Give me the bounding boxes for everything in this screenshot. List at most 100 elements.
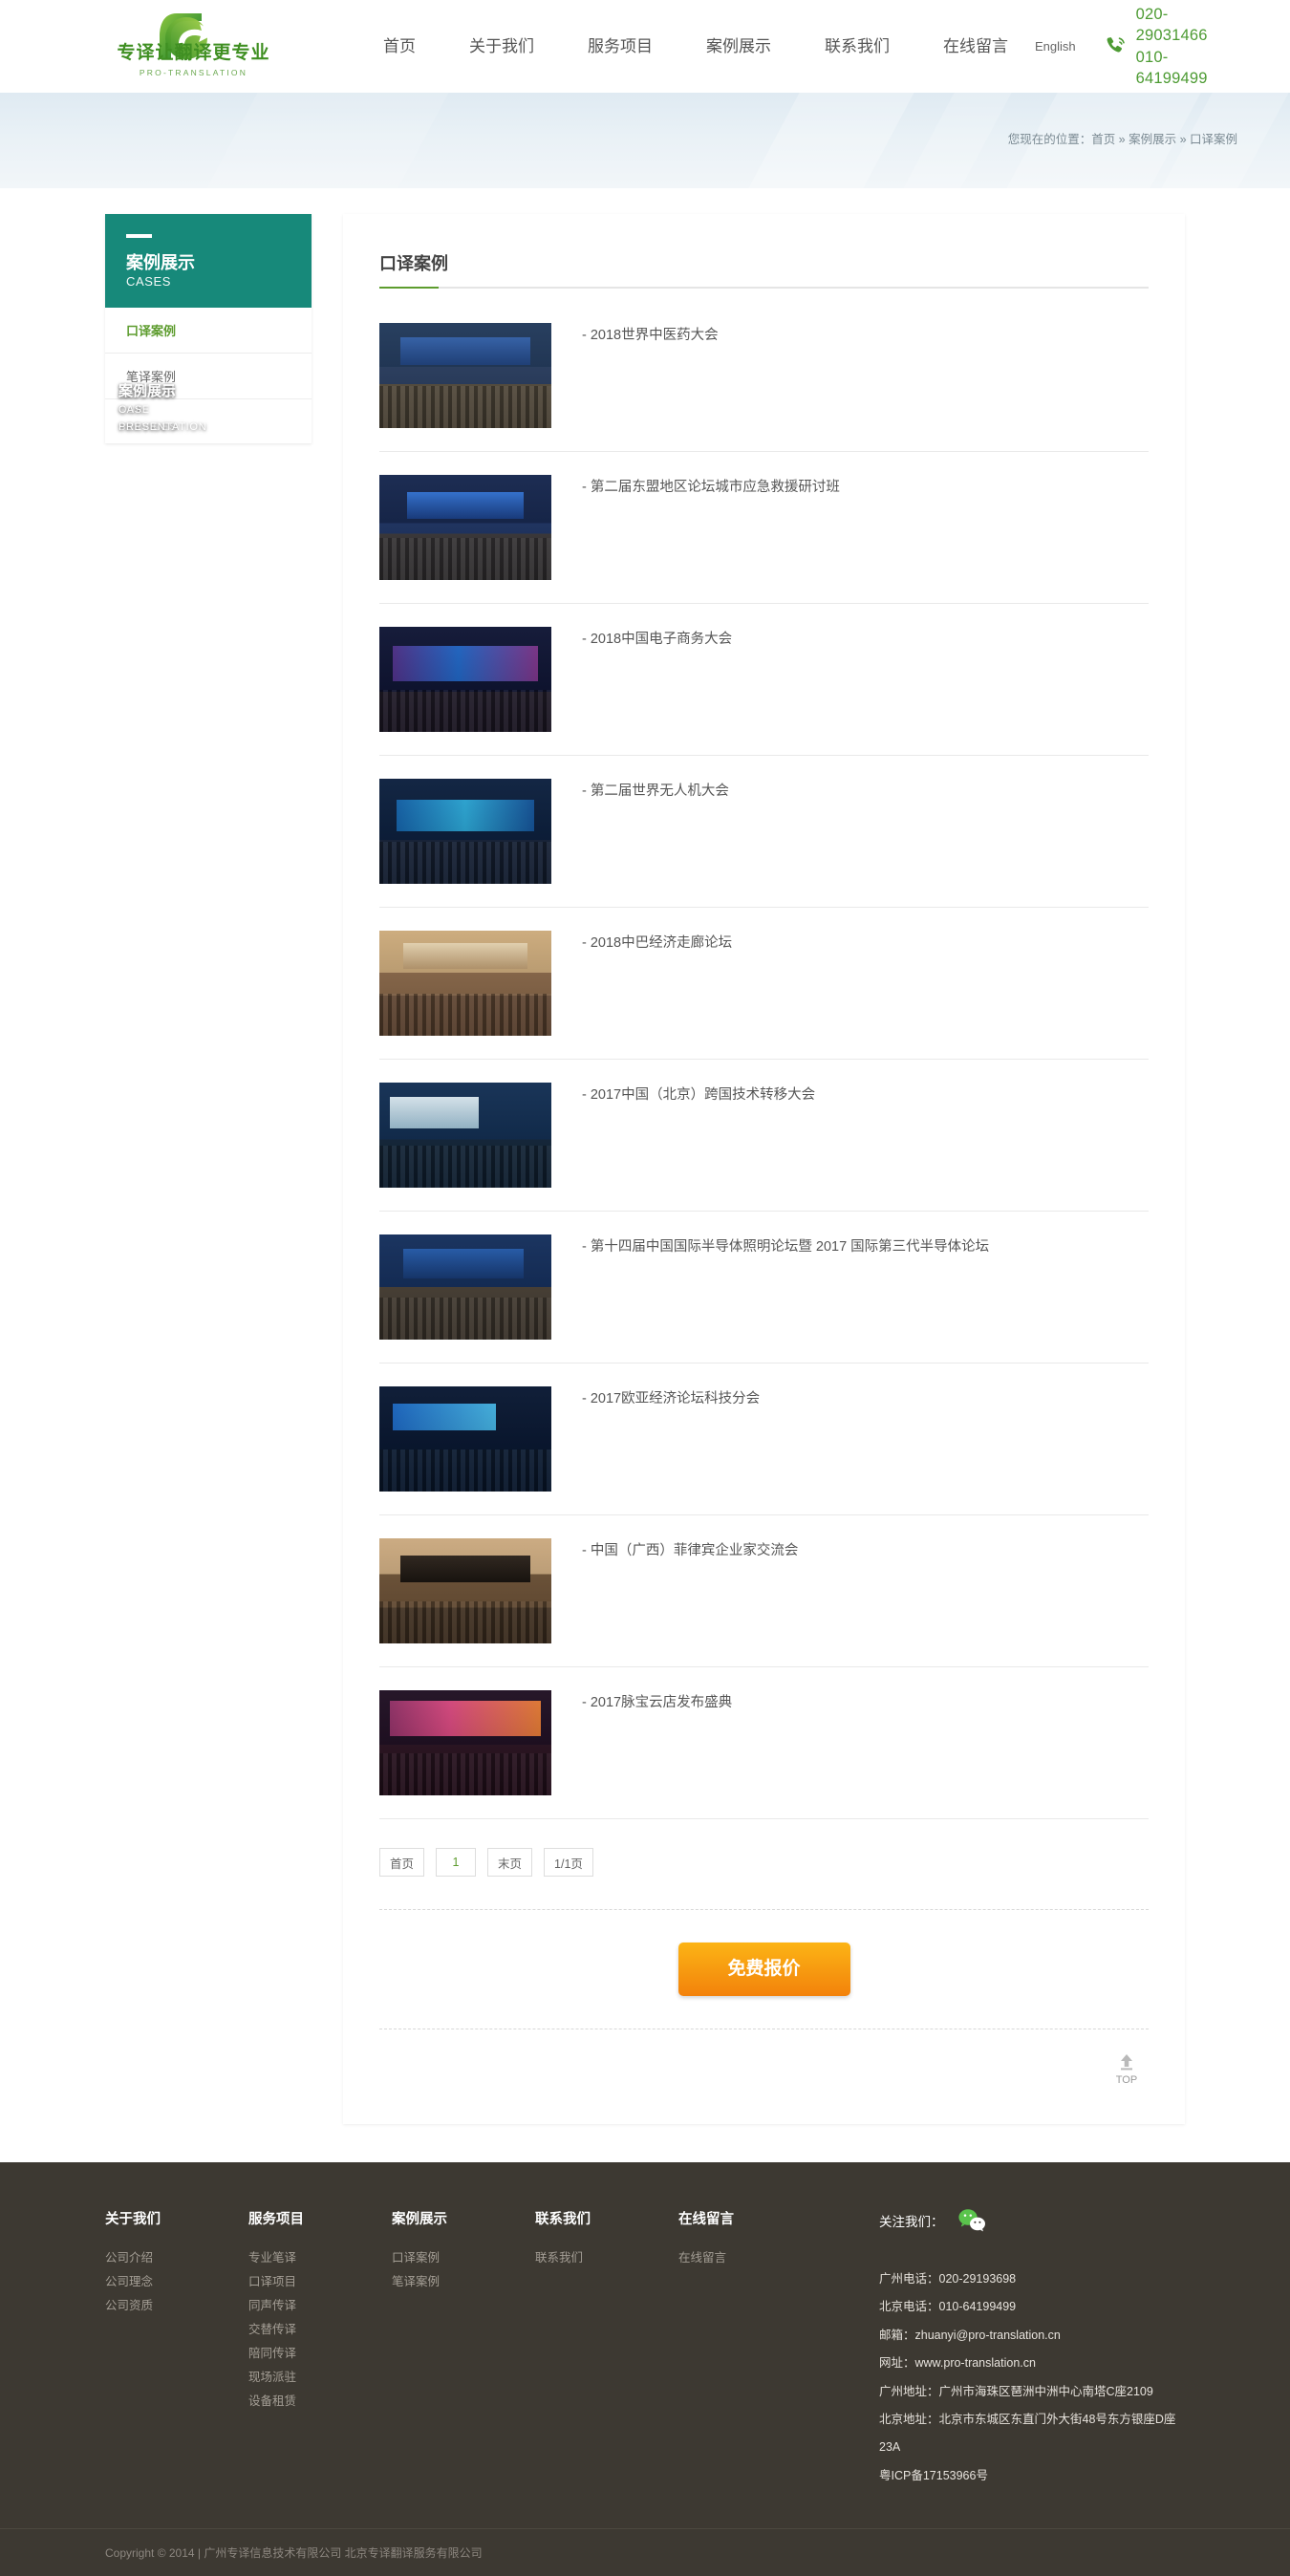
case-thumbnail [379, 323, 551, 428]
footer-website: 网址：www.pro-translation.cn [879, 2356, 1036, 2371]
sidebar-title-cn: 案例展示 [126, 253, 195, 272]
case-list-item[interactable]: - 2018中巴经济走廊论坛 [379, 908, 1149, 1060]
case-thumbnail [379, 1083, 551, 1188]
case-list: - 2018世界中医药大会 - 第二届东盟地区论坛城市应急救援研讨班 - 201… [379, 300, 1149, 1819]
footer-link-onsite[interactable]: 现场派驻 [248, 2366, 392, 2390]
footer-address-guangzhou: 广州地址：广州市海珠区琶洲中洲中心南塔C座2109 [879, 2384, 1153, 2398]
footer-link-company-qualification[interactable]: 公司资质 [105, 2294, 248, 2318]
case-title: - 2018世界中医药大会 [582, 328, 719, 343]
footer-link-consecutive[interactable]: 交替传译 [248, 2318, 392, 2342]
sidebar-accent-bar [126, 234, 152, 238]
arrow-up-icon [1116, 2050, 1137, 2072]
footer-link-interpretation-cases[interactable]: 口译案例 [392, 2246, 535, 2270]
footer-column-cases: 案例展示 口译案例 笔译案例 [392, 2208, 535, 2490]
case-thumbnail [379, 627, 551, 732]
footer-phone-beijing: 北京电话：010-64199499 [879, 2300, 1017, 2314]
free-quote-button[interactable]: 免费报价 [677, 1943, 850, 1996]
case-thumbnail [379, 931, 551, 1036]
case-title: - 第二届世界无人机大会 [582, 784, 729, 799]
footer-column-title: 联系我们 [535, 2212, 591, 2227]
back-to-top-section: TOP [379, 2029, 1149, 2086]
footer-link-written-translation[interactable]: 专业笔译 [248, 2246, 392, 2270]
nav-item-contact[interactable]: 联系我们 [798, 0, 916, 93]
nav-item-home[interactable]: 首页 [356, 0, 442, 93]
footer-email: 邮箱：zhuanyi@pro-translation.cn [879, 2328, 1061, 2342]
footer-column-title: 关于我们 [105, 2212, 161, 2227]
footer-link-interpretation-project[interactable]: 口译项目 [248, 2270, 392, 2294]
footer-link-escort[interactable]: 陪同传译 [248, 2342, 392, 2366]
case-title: - 2017脉宝云店发布盛典 [582, 1695, 733, 1710]
case-title: - 2018中国电子商务大会 [582, 632, 733, 647]
footer-address-beijing: 北京地址：北京市东城区东直门外大街48号东方银座D座23A [879, 2412, 1176, 2455]
case-list-item[interactable]: - 第十四届中国国际半导体照明论坛暨 2017 国际第三代半导体论坛 [379, 1212, 1149, 1363]
footer-column-contact: 联系我们 联系我们 [535, 2208, 678, 2490]
case-list-item[interactable]: - 2017欧亚经济论坛科技分会 [379, 1363, 1149, 1515]
case-list-item[interactable]: - 2017脉宝云店发布盛典 [379, 1667, 1149, 1819]
nav-item-services[interactable]: 服务项目 [561, 0, 679, 93]
page-title: 口译案例 [379, 254, 448, 273]
case-thumbnail [379, 779, 551, 884]
case-thumbnail [379, 475, 551, 580]
footer-column-title: 在线留言 [678, 2212, 734, 2227]
pagination-first[interactable]: 首页 [379, 1848, 425, 1877]
logo-text-cn: 专译让翻译更专业 [117, 42, 270, 63]
case-list-item[interactable]: - 第二届世界无人机大会 [379, 756, 1149, 908]
footer-column-services: 服务项目 专业笔译 口译项目 同声传译 交替传译 陪同传译 现场派驻 设备租赁 [248, 2208, 392, 2490]
language-switch-english[interactable]: English [1035, 39, 1076, 54]
phone-icon [1103, 34, 1128, 59]
pagination: 首页 1 末页 1/1页 [379, 1819, 1149, 1877]
case-list-item[interactable]: - 2017中国（北京）跨国技术转移大会 [379, 1060, 1149, 1212]
site-logo[interactable]: 专译让翻译更专业 PRO-TRANSLATION [105, 8, 282, 86]
case-title: - 2018中巴经济走廊论坛 [582, 935, 733, 951]
sidebar: 案例展示 CASES 口译案例 笔译案例 服务项目 OUR SERVICES [105, 214, 312, 444]
case-list-item[interactable]: - 2018中国电子商务大会 [379, 604, 1149, 756]
case-thumbnail [379, 1690, 551, 1795]
follow-us: 关注我们： [879, 2208, 1185, 2233]
sidebar-title-en: CASES [126, 274, 172, 290]
primary-nav: 首页 关于我们 服务项目 案例展示 联系我们 在线留言 [356, 0, 1035, 93]
footer-column-title: 案例展示 [392, 2212, 447, 2227]
case-title: - 中国（广西）菲律宾企业家交流会 [582, 1543, 799, 1558]
footer-link-contact-us[interactable]: 联系我们 [535, 2246, 678, 2270]
case-list-item[interactable]: - 中国（广西）菲律宾企业家交流会 [379, 1515, 1149, 1667]
case-thumbnail [379, 1234, 551, 1340]
nav-item-about[interactable]: 关于我们 [442, 0, 561, 93]
back-to-top-button[interactable]: TOP [1105, 2050, 1149, 2086]
footer-link-company-intro[interactable]: 公司介绍 [105, 2246, 248, 2270]
case-title: - 第十四届中国国际半导体照明论坛暨 2017 国际第三代半导体论坛 [582, 1239, 990, 1255]
main-content: 口译案例 - 2018世界中医药大会 - 第二届东盟地区论坛城市应急救援研讨班 [343, 214, 1185, 2124]
copyright-bar: Copyright © 2014 | 广州专译信息技术有限公司 北京专译翻译服务… [0, 2528, 1290, 2576]
sidebar-header: 案例展示 CASES [105, 214, 312, 309]
sidebar-item-interpretation-cases[interactable]: 口译案例 [105, 308, 312, 354]
pagination-last[interactable]: 末页 [487, 1848, 533, 1877]
footer-link-equipment-rental[interactable]: 设备租赁 [248, 2390, 392, 2414]
header-right: English 020-29031466 010-64199499 [1035, 4, 1237, 89]
case-title: - 2017中国（北京）跨国技术转移大会 [582, 1087, 816, 1103]
case-title: - 2017欧亚经济论坛科技分会 [582, 1391, 761, 1406]
site-footer: 关于我们 公司介绍 公司理念 公司资质 服务项目 专业笔译 口译项目 同声传译 … [0, 2162, 1290, 2576]
footer-phone-guangzhou: 广州电话：020-29193698 [879, 2272, 1017, 2286]
footer-link-online-message[interactable]: 在线留言 [678, 2246, 822, 2270]
case-list-item[interactable]: - 第二届东盟地区论坛城市应急救援研讨班 [379, 452, 1149, 604]
case-list-item[interactable]: - 2018世界中医药大会 [379, 300, 1149, 452]
header-phone-numbers: 020-29031466 010-64199499 [1136, 4, 1226, 89]
breadcrumb: 您现在的位置：首页 » 案例展示 » 口译案例 [1007, 133, 1237, 146]
quote-section: 免费报价 [379, 1910, 1149, 2029]
footer-link-simultaneous[interactable]: 同声传译 [248, 2294, 392, 2318]
copyright-text: Copyright © 2014 | 广州专译信息技术有限公司 北京专译翻译服务… [105, 2546, 483, 2560]
section-title: 口译案例 [379, 214, 1149, 289]
page-banner: 您现在的位置：首页 » 案例展示 » 口译案例 [0, 93, 1290, 188]
page-root: 专译让翻译更专业 PRO-TRANSLATION 首页 关于我们 服务项目 案例… [0, 0, 1290, 2576]
follow-us-label: 关注我们： [879, 2215, 944, 2229]
pagination-page-1[interactable]: 1 [436, 1848, 477, 1877]
pagination-counter: 1/1页 [544, 1848, 593, 1877]
footer-link-company-philosophy[interactable]: 公司理念 [105, 2270, 248, 2294]
nav-item-message[interactable]: 在线留言 [916, 0, 1035, 93]
logo-text-en: PRO-TRANSLATION [139, 67, 248, 77]
footer-link-translation-cases[interactable]: 笔译案例 [392, 2270, 535, 2294]
case-thumbnail [379, 1538, 551, 1643]
wechat-icon[interactable] [957, 2208, 986, 2233]
title-rule [379, 287, 1149, 289]
nav-item-cases[interactable]: 案例展示 [679, 0, 798, 93]
page-body: 案例展示 CASES 口译案例 笔译案例 服务项目 OUR SERVICES [53, 188, 1237, 2124]
